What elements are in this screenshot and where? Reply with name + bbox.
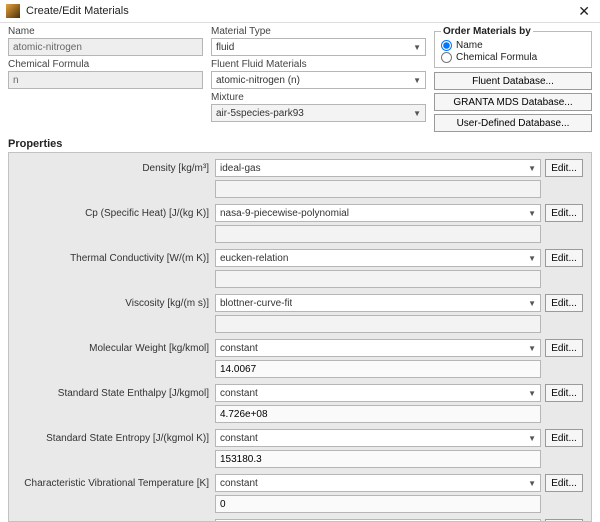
chevron-down-icon: ▼: [528, 389, 536, 398]
formula-label: Chemical Formula: [8, 59, 203, 70]
user-database-button[interactable]: User-Defined Database...: [434, 114, 592, 132]
property-value-row: [17, 315, 583, 333]
property-row: Viscosity [kg/(m s)]blottner-curve-fit▼E…: [17, 294, 583, 312]
mixture-label: Mixture: [211, 92, 426, 103]
chevron-down-icon: ▼: [528, 344, 536, 353]
property-method-select[interactable]: blottner-curve-fit▼: [215, 294, 541, 312]
titlebar: Create/Edit Materials ✕: [0, 0, 600, 23]
property-method-select[interactable]: constant▼: [215, 384, 541, 402]
app-icon: [6, 4, 20, 18]
property-method-select[interactable]: constant▼: [215, 429, 541, 447]
property-value-row: [17, 450, 583, 468]
chevron-down-icon: ▼: [413, 43, 421, 52]
edit-button[interactable]: Edit...: [545, 294, 583, 312]
mixture-select[interactable]: air-5species-park93 ▼: [211, 104, 426, 122]
edit-button[interactable]: Edit...: [545, 429, 583, 447]
property-label: Density [kg/m³]: [17, 163, 215, 174]
property-row: Thermal Conductivity [W/(m K)]eucken-rel…: [17, 249, 583, 267]
order-by-name[interactable]: Name: [441, 40, 585, 51]
property-label: Thermal Conductivity [W/(m K)]: [17, 253, 215, 264]
property-value-field[interactable]: [215, 405, 541, 423]
formula-field[interactable]: [8, 71, 203, 89]
property-value-row: [17, 495, 583, 513]
property-row: Molecular Weight [kg/kmol]constant▼Edit.…: [17, 339, 583, 357]
fluent-materials-label: Fluent Fluid Materials: [211, 59, 426, 70]
property-value-field[interactable]: [215, 450, 541, 468]
name-field[interactable]: [8, 38, 203, 56]
property-value-field[interactable]: [215, 315, 541, 333]
order-by-formula[interactable]: Chemical Formula: [441, 52, 585, 63]
material-type-label: Material Type: [211, 26, 426, 37]
chevron-down-icon: ▼: [528, 164, 536, 173]
order-materials-group: Order Materials by Name Chemical Formula: [434, 26, 592, 68]
property-method-select[interactable]: eucken-relation▼: [215, 249, 541, 267]
radio-name[interactable]: [441, 40, 452, 51]
granta-database-button[interactable]: GRANTA MDS Database...: [434, 93, 592, 111]
radio-formula[interactable]: [441, 52, 452, 63]
fluent-database-button[interactable]: Fluent Database...: [434, 72, 592, 90]
property-value-row: [17, 225, 583, 243]
property-label: Viscosity [kg/(m s)]: [17, 298, 215, 309]
chevron-down-icon: ▼: [413, 76, 421, 85]
property-value-row: [17, 360, 583, 378]
chevron-down-icon: ▼: [528, 434, 536, 443]
material-type-select[interactable]: fluid ▼: [211, 38, 426, 56]
property-label: Standard State Enthalpy [J/kgmol]: [17, 388, 215, 399]
properties-panel: Density [kg/m³]ideal-gas▼Edit...Cp (Spec…: [8, 152, 592, 522]
property-value-field[interactable]: [215, 495, 541, 513]
property-value-field[interactable]: [215, 360, 541, 378]
property-value-field[interactable]: [215, 180, 541, 198]
chevron-down-icon: ▼: [413, 109, 421, 118]
property-row: Standard State Enthalpy [J/kgmol]constan…: [17, 384, 583, 402]
edit-button[interactable]: Edit...: [545, 339, 583, 357]
window-title: Create/Edit Materials: [26, 5, 574, 17]
chevron-down-icon: ▼: [528, 254, 536, 263]
property-value-row: [17, 270, 583, 288]
property-method-select[interactable]: ideal-gas▼: [215, 159, 541, 177]
properties-title: Properties: [8, 138, 592, 150]
property-method-select[interactable]: constant▼: [215, 474, 541, 492]
property-row: Standard State Entropy [J/(kgmol K)]cons…: [17, 429, 583, 447]
edit-button[interactable]: Edit...: [545, 204, 583, 222]
property-label: Cp (Specific Heat) [J/(kg K)]: [17, 208, 215, 219]
property-method-select[interactable]: nasa-9-piecewise-polynomial▼: [215, 204, 541, 222]
property-value-row: [17, 405, 583, 423]
order-legend: Order Materials by: [441, 26, 533, 37]
property-value-field[interactable]: [215, 270, 541, 288]
property-row: Cp (Specific Heat) [J/(kg K)]nasa-9-piec…: [17, 204, 583, 222]
property-row: Characteristic Vibrational Temperature […: [17, 474, 583, 492]
property-label: Standard State Entropy [J/(kgmol K)]: [17, 433, 215, 444]
property-value-field[interactable]: [215, 225, 541, 243]
fluent-materials-select[interactable]: atomic-nitrogen (n) ▼: [211, 71, 426, 89]
chevron-down-icon: ▼: [528, 479, 536, 488]
property-method-select[interactable]: constant▼: [215, 339, 541, 357]
property-label: Characteristic Vibrational Temperature […: [17, 478, 215, 489]
close-icon[interactable]: ✕: [574, 4, 594, 18]
chevron-down-icon: ▼: [528, 209, 536, 218]
edit-button[interactable]: Edit...: [545, 159, 583, 177]
property-label: Molecular Weight [kg/kmol]: [17, 343, 215, 354]
property-row: Density [kg/m³]ideal-gas▼Edit...: [17, 159, 583, 177]
chevron-down-icon: ▼: [528, 299, 536, 308]
edit-button[interactable]: Edit...: [545, 474, 583, 492]
name-label: Name: [8, 26, 203, 37]
property-value-row: [17, 180, 583, 198]
edit-button[interactable]: Edit...: [545, 384, 583, 402]
edit-button[interactable]: Edit...: [545, 249, 583, 267]
